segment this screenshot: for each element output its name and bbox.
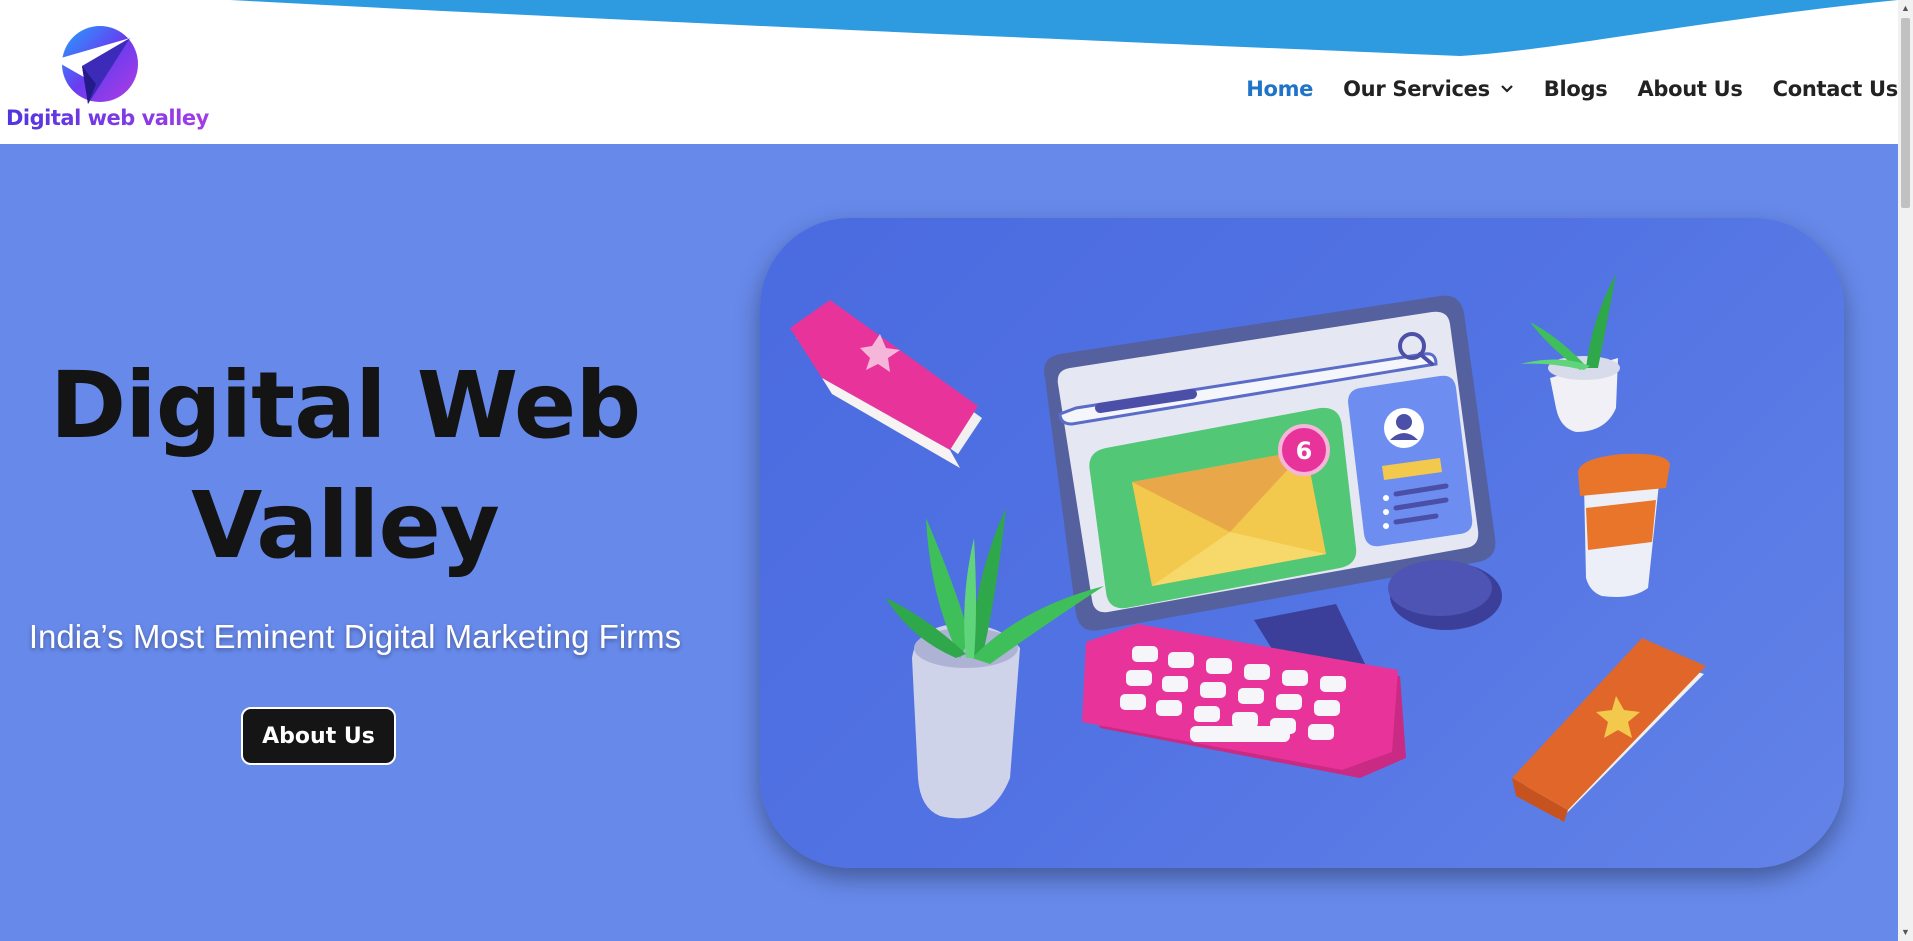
coffee-cup-icon xyxy=(1578,453,1670,597)
notification-count: 6 xyxy=(1296,437,1313,465)
nav-our-services[interactable]: Our Services xyxy=(1343,77,1514,101)
plant-icon xyxy=(1520,274,1620,432)
nav-home[interactable]: Home xyxy=(1246,77,1313,101)
hero-section: Digital Web Valley India’s Most Eminent … xyxy=(0,144,1898,941)
book-icon xyxy=(790,300,982,468)
book-icon xyxy=(1512,638,1706,822)
nav-blogs-label: Blogs xyxy=(1543,77,1608,101)
brand-name: Digital web valley xyxy=(6,106,209,130)
mouse-icon xyxy=(1388,560,1502,630)
chevron-down-icon xyxy=(1501,85,1513,93)
header-wave-decoration xyxy=(230,0,1898,56)
nav-contact-us[interactable]: Contact Us xyxy=(1773,77,1898,101)
hero-illustration: 6 xyxy=(760,218,1844,868)
site-header: Digital web valley Home Our Services Blo… xyxy=(0,0,1898,144)
scroll-up-arrow-icon[interactable]: ▲ xyxy=(1898,0,1913,17)
nav-our-services-label: Our Services xyxy=(1343,77,1490,101)
main-nav: Home Our Services Blogs About Us Contact… xyxy=(1216,74,1898,104)
nav-home-label: Home xyxy=(1246,77,1314,101)
profile-icon xyxy=(1384,408,1424,448)
nav-about-us[interactable]: About Us xyxy=(1637,77,1742,101)
nav-blogs[interactable]: Blogs xyxy=(1544,77,1608,101)
hero-title: Digital Web Valley xyxy=(49,352,641,579)
nav-about-us-label: About Us xyxy=(1637,77,1743,101)
hero-subtitle: India’s Most Eminent Digital Marketing F… xyxy=(28,618,682,655)
keyboard-icon xyxy=(1082,624,1406,778)
illustration-svg: 6 xyxy=(790,274,1706,822)
vertical-scrollbar[interactable]: ▲ ▼ xyxy=(1898,0,1913,941)
scroll-down-arrow-icon[interactable]: ▼ xyxy=(1898,924,1913,941)
about-us-button[interactable]: About Us xyxy=(241,707,396,765)
scroll-thumb[interactable] xyxy=(1901,18,1910,208)
page: Digital web valley Home Our Services Blo… xyxy=(0,0,1898,941)
nav-contact-us-label: Contact Us xyxy=(1772,77,1898,101)
logo[interactable]: Digital web valley xyxy=(6,24,209,134)
paper-plane-icon xyxy=(54,26,138,104)
